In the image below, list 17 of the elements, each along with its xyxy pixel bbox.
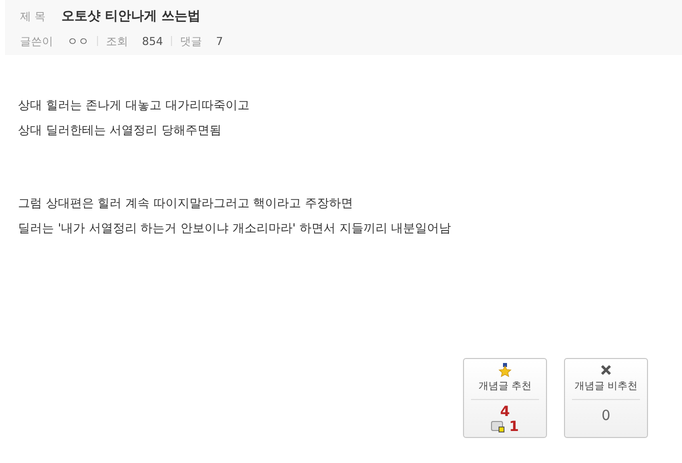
- close-icon: [599, 363, 613, 377]
- mobile-icon: [491, 421, 506, 433]
- body-text-line: 그럼 상대편은 힐러 계속 따이지말라그러고 핵이라고 주장하면: [18, 195, 354, 212]
- post-title: 오토샷 티안나게 쓰는법: [62, 8, 201, 25]
- body-text-line: 딜러는 '내가 서열정리 하는거 안보이냐 개소리마라' 하면서 지들끼리 내분일어남: [18, 220, 452, 237]
- comments-count: 7: [216, 34, 223, 48]
- star-icon: [498, 363, 512, 377]
- vote-button[interactable]: 개념글 추천 4 1: [463, 358, 547, 438]
- views-count: 854: [142, 34, 163, 48]
- title-label: 제 목: [20, 8, 46, 24]
- author-name: ㅇㅇ: [67, 34, 89, 48]
- body-text-line: 상대 딜러한테는 서열정리 당해주면됨: [18, 122, 222, 139]
- author-label: 글쓴이: [20, 34, 53, 48]
- body-text-line: 상대 힐러는 존나게 대놓고 대가리따죽이고: [18, 97, 250, 114]
- vote-button[interactable]: 개념글 비추천 0: [564, 358, 648, 438]
- comments-label: 댓글: [180, 34, 202, 48]
- views-label: 조회: [106, 34, 128, 48]
